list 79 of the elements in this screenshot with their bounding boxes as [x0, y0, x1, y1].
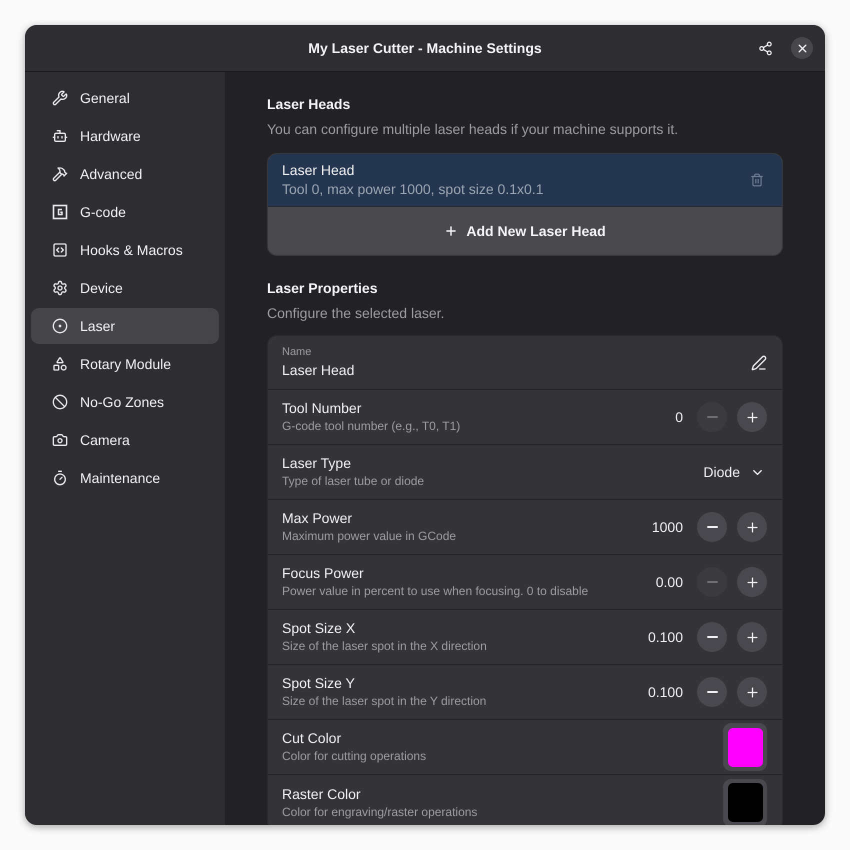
plus-icon	[744, 630, 760, 644]
decrement-button[interactable]	[697, 622, 727, 652]
increment-button[interactable]	[737, 677, 767, 707]
code-icon	[52, 242, 68, 258]
edit-icon[interactable]	[751, 354, 767, 370]
plus-icon	[444, 224, 458, 238]
sidebar-item[interactable]: Laser	[31, 308, 219, 344]
setting-description: Size of the laser spot in the Y direction	[282, 693, 486, 710]
increment-button[interactable]	[737, 512, 767, 542]
shapes-icon	[52, 356, 68, 372]
sidebar-item[interactable]: Hooks & Macros	[31, 232, 219, 268]
laser-head-summary: Tool 0, max power 1000, spot size 0.1x0.1	[282, 180, 544, 199]
robot-icon	[52, 128, 68, 144]
setting-description: G-code tool number (e.g., T0, T1)	[282, 418, 460, 435]
decrement-button[interactable]	[697, 677, 727, 707]
setting-label: Cut Color	[282, 729, 342, 748]
minus-icon	[706, 636, 718, 638]
stopwatch-icon	[52, 470, 68, 486]
laser-type-dropdown[interactable]: Diode	[703, 462, 767, 482]
section-title: Laser Heads	[267, 95, 352, 114]
setting-description: Maximum power value in GCode	[282, 528, 456, 545]
minus-icon	[706, 526, 718, 528]
section-description: You can configure multiple laser heads if your machine supports it.	[267, 120, 680, 139]
sidebar-item[interactable]: Device	[31, 270, 219, 306]
setting-label: Focus Power	[282, 564, 365, 583]
plus-icon	[744, 410, 760, 424]
sidebar-item[interactable]: Maintenance	[31, 460, 219, 496]
setting-label: Spot Size Y	[282, 674, 356, 693]
sidebar-item[interactable]: G-code	[31, 194, 219, 230]
minus-icon	[706, 581, 718, 583]
setting-label: Tool Number	[282, 399, 362, 418]
wrench-icon	[52, 90, 68, 106]
sidebar-item[interactable]: Camera	[31, 422, 219, 458]
setting-label: Raster Color	[282, 784, 362, 804]
plus-icon	[744, 574, 760, 590]
setting-label: Laser Type	[282, 454, 352, 473]
add-laser-head-button[interactable]: Add New Laser Head	[268, 207, 782, 255]
decrement-button[interactable]	[697, 512, 727, 542]
minus-icon	[706, 416, 718, 418]
spin-value[interactable]: 0.00	[656, 572, 683, 592]
sidebar-item[interactable]: Hardware	[31, 118, 219, 154]
increment-button[interactable]	[737, 622, 767, 652]
name-field[interactable]: Laser Head	[282, 360, 354, 380]
laser-head-name: Laser Head	[282, 161, 356, 180]
setting-description: Size of the laser spot in the X direction	[282, 638, 487, 655]
letter-g-icon	[52, 204, 68, 220]
target-icon	[52, 318, 68, 334]
share-icon[interactable]	[758, 40, 773, 56]
sidebar-item[interactable]: General	[31, 80, 219, 116]
sidebar-item[interactable]: Rotary Module	[31, 346, 219, 382]
spin-value[interactable]: 0.100	[648, 626, 683, 648]
camera-icon	[52, 432, 68, 448]
plus-icon	[744, 520, 760, 534]
close-button[interactable]	[791, 37, 813, 59]
setting-description: Color for cutting operations	[282, 748, 426, 765]
spin-value[interactable]: 1000	[652, 516, 683, 538]
trash-icon[interactable]	[750, 173, 764, 187]
sidebar-item[interactable]: Advanced	[31, 156, 219, 192]
hammer-icon	[52, 166, 68, 182]
setting-description: Type of laser tube or diode	[282, 473, 424, 490]
plus-icon	[744, 684, 760, 700]
section-title: Laser Properties	[267, 279, 378, 298]
setting-description: Color for engraving/raster operations	[282, 804, 478, 820]
setting-label: Spot Size X	[282, 619, 356, 638]
increment-button[interactable]	[737, 402, 767, 432]
gear-icon	[52, 280, 68, 296]
prohibited-icon	[52, 394, 68, 410]
sidebar-item[interactable]: No-Go Zones	[31, 384, 219, 420]
section-description: Configure the selected laser.	[267, 304, 446, 323]
setting-description: Power value in percent to use when focusing. 0 to disable	[282, 583, 588, 600]
close-icon	[796, 42, 808, 54]
field-label: Name	[282, 345, 312, 360]
increment-button[interactable]	[737, 567, 767, 597]
minus-icon	[706, 691, 718, 693]
setting-label: Max Power	[282, 509, 354, 528]
spin-value[interactable]: 0	[675, 406, 683, 428]
spin-value[interactable]: 0.100	[648, 682, 683, 702]
window-title: My Laser Cutter - Machine Settings	[308, 38, 542, 58]
laser-head-item[interactable]: Laser Head Tool 0, max power 1000, spot size 0.1x0.1	[268, 154, 782, 207]
